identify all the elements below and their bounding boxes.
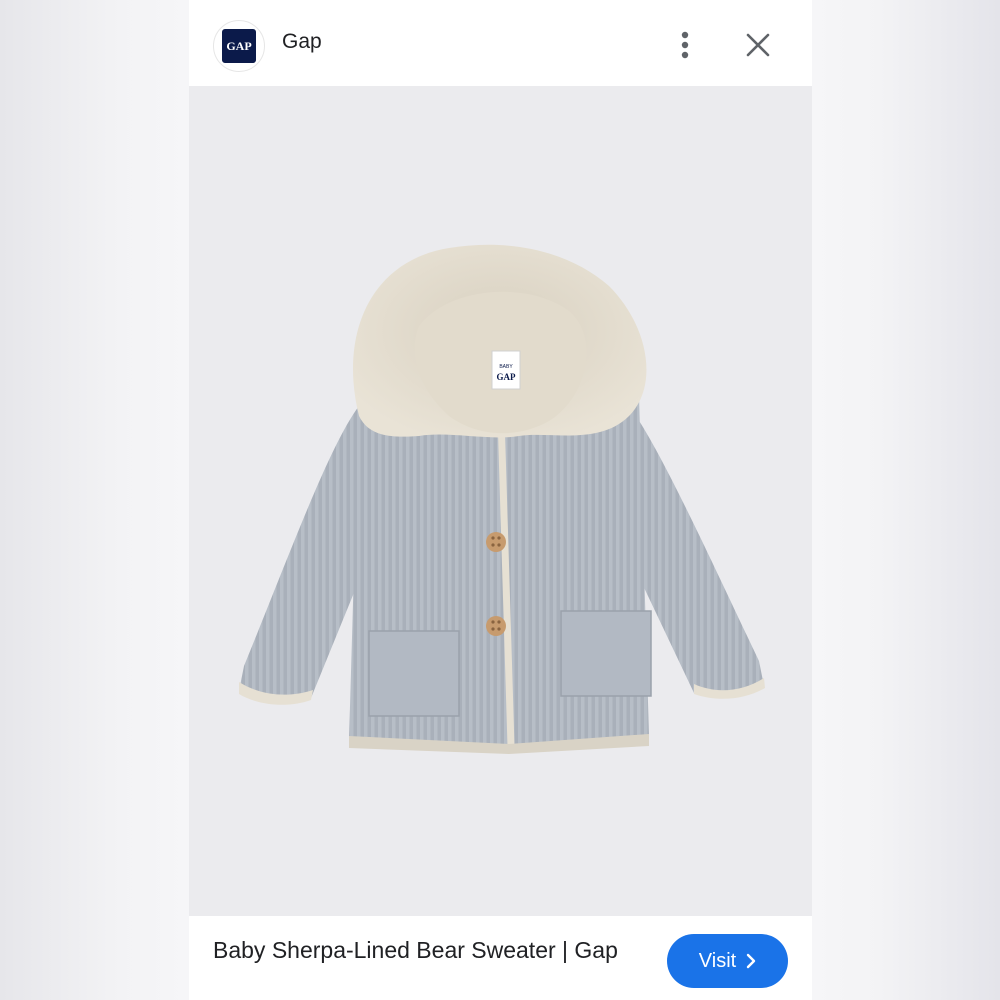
site-favicon[interactable]: GAP [213,20,265,72]
preview-footer: Baby Sherpa-Lined Bear Sweater | Gap Vis… [189,916,812,1000]
preview-header: GAP Gap [189,0,812,86]
visit-button[interactable]: Visit [667,934,788,988]
product-image[interactable]: BABY GAP [189,86,812,916]
tag-text-bottom: GAP [497,372,517,382]
sweater-illustration: BABY GAP [239,244,765,754]
gap-logo: GAP [222,29,256,63]
product-title[interactable]: Baby Sherpa-Lined Bear Sweater | Gap [213,934,623,966]
sweater-button [486,532,506,552]
more-options-button[interactable] [670,26,700,64]
result-preview-panel: GAP Gap BABY GAP Baby Sherpa-Lined Bear … [189,0,812,1000]
chevron-right-icon [746,953,756,969]
close-button[interactable] [739,26,777,64]
close-icon [746,33,770,57]
tag-text-top: BABY [499,364,513,370]
visit-button-label: Visit [698,949,737,972]
sweater-button [486,616,506,636]
site-name[interactable]: Gap [282,30,322,54]
more-vert-icon [681,31,689,59]
